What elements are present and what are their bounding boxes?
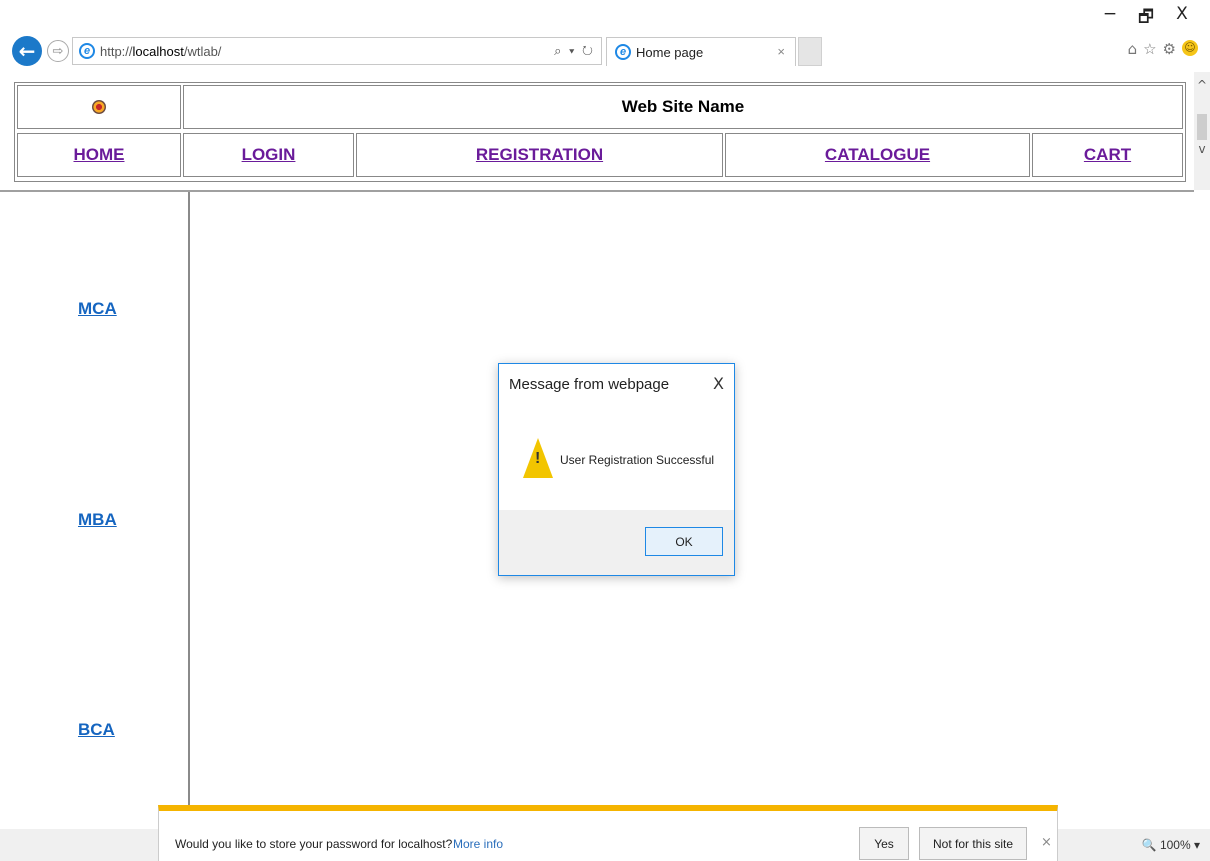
sidebar-link-bca[interactable]: BCA <box>78 720 115 740</box>
dialog-title: Message from webpage <box>509 376 670 393</box>
tab-ie-icon: e <box>615 44 631 60</box>
tab-title: Home page <box>636 44 704 60</box>
logo-cell <box>17 85 181 129</box>
alert-dialog: Message from webpage X ! User Registrati… <box>498 363 735 576</box>
yes-button[interactable]: Yes <box>859 827 909 860</box>
nav-login-link[interactable]: LOGIN <box>242 145 296 165</box>
home-icon[interactable]: ⌂ <box>1128 40 1138 58</box>
site-logo-icon <box>92 100 106 114</box>
password-notification-bar: Would you like to store your password fo… <box>158 805 1058 861</box>
scroll-thumb[interactable] <box>1197 114 1207 140</box>
dialog-message: User Registration Successful <box>560 453 715 467</box>
main-nav: HOME LOGIN REGISTRATION CATALOGUE CART <box>17 133 1183 177</box>
dialog-close-icon[interactable]: X <box>713 374 724 393</box>
scroll-down-icon[interactable]: v <box>1196 142 1208 156</box>
settings-icon[interactable]: ⚙ <box>1163 40 1176 58</box>
nav-catalogue-link[interactable]: CATALOGUE <box>825 145 930 165</box>
tab-home-page[interactable]: e Home page × <box>606 37 796 66</box>
address-url-path: /wtlab/ <box>183 43 222 59</box>
scroll-up-icon[interactable]: ^ <box>1196 78 1208 92</box>
not-for-this-site-button[interactable]: Not for this site <box>919 827 1027 860</box>
ie-logo-icon: e <box>79 43 95 59</box>
window-controls: − 🗗 X <box>1092 4 1200 28</box>
header-title-row: Web Site Name <box>17 85 1183 129</box>
sidebar-link-mba[interactable]: MBA <box>78 510 117 530</box>
new-tab-button[interactable] <box>798 37 822 66</box>
more-info-link[interactable]: More info <box>453 837 503 851</box>
sidebar-link-mca[interactable]: MCA <box>78 299 117 319</box>
nav-registration-link[interactable]: REGISTRATION <box>476 145 603 165</box>
forward-button[interactable]: ⇨ <box>47 40 69 62</box>
ok-button[interactable]: OK <box>645 527 723 556</box>
close-window-button[interactable]: X <box>1164 4 1200 28</box>
frame-divider-horizontal <box>0 190 1194 192</box>
feedback-smiley-icon[interactable]: ☺ <box>1182 40 1198 56</box>
site-name: Web Site Name <box>183 85 1183 129</box>
favorites-icon[interactable]: ☆ <box>1143 40 1156 58</box>
nav-home-link[interactable]: HOME <box>74 145 125 165</box>
minimize-button[interactable]: − <box>1092 4 1128 28</box>
warning-mark: ! <box>535 450 541 467</box>
dialog-footer: OK <box>499 510 734 575</box>
restore-button[interactable]: 🗗 <box>1128 4 1164 28</box>
notification-close-icon[interactable]: × <box>1041 835 1052 850</box>
search-refresh-icons[interactable]: ⌕ ▾ ↻ <box>554 43 595 59</box>
site-header: Web Site Name HOME LOGIN REGISTRATION CA… <box>14 82 1186 182</box>
address-bar[interactable]: e http://localhost/wtlab/ ⌕ ▾ ↻ <box>72 37 602 65</box>
nav-cart-link[interactable]: CART <box>1084 145 1131 165</box>
zoom-level[interactable]: 🔍 100% ▾ <box>1142 838 1200 852</box>
back-button[interactable]: ← <box>12 36 42 66</box>
browser-toolbar: ⌂ ☆ ⚙ ☺ <box>1128 40 1198 58</box>
address-url-host: localhost <box>132 43 184 59</box>
frame-divider-vertical <box>188 192 190 829</box>
tab-close-icon[interactable]: × <box>777 44 785 59</box>
header-frame-scrollbar[interactable]: ^ v <box>1194 72 1210 190</box>
address-url-prefix: http:// <box>100 43 133 59</box>
browser-window: − 🗗 X ← ⇨ e http://localhost/wtlab/ ⌕ ▾ … <box>0 0 1210 861</box>
notification-text: Would you like to store your password fo… <box>175 837 453 851</box>
